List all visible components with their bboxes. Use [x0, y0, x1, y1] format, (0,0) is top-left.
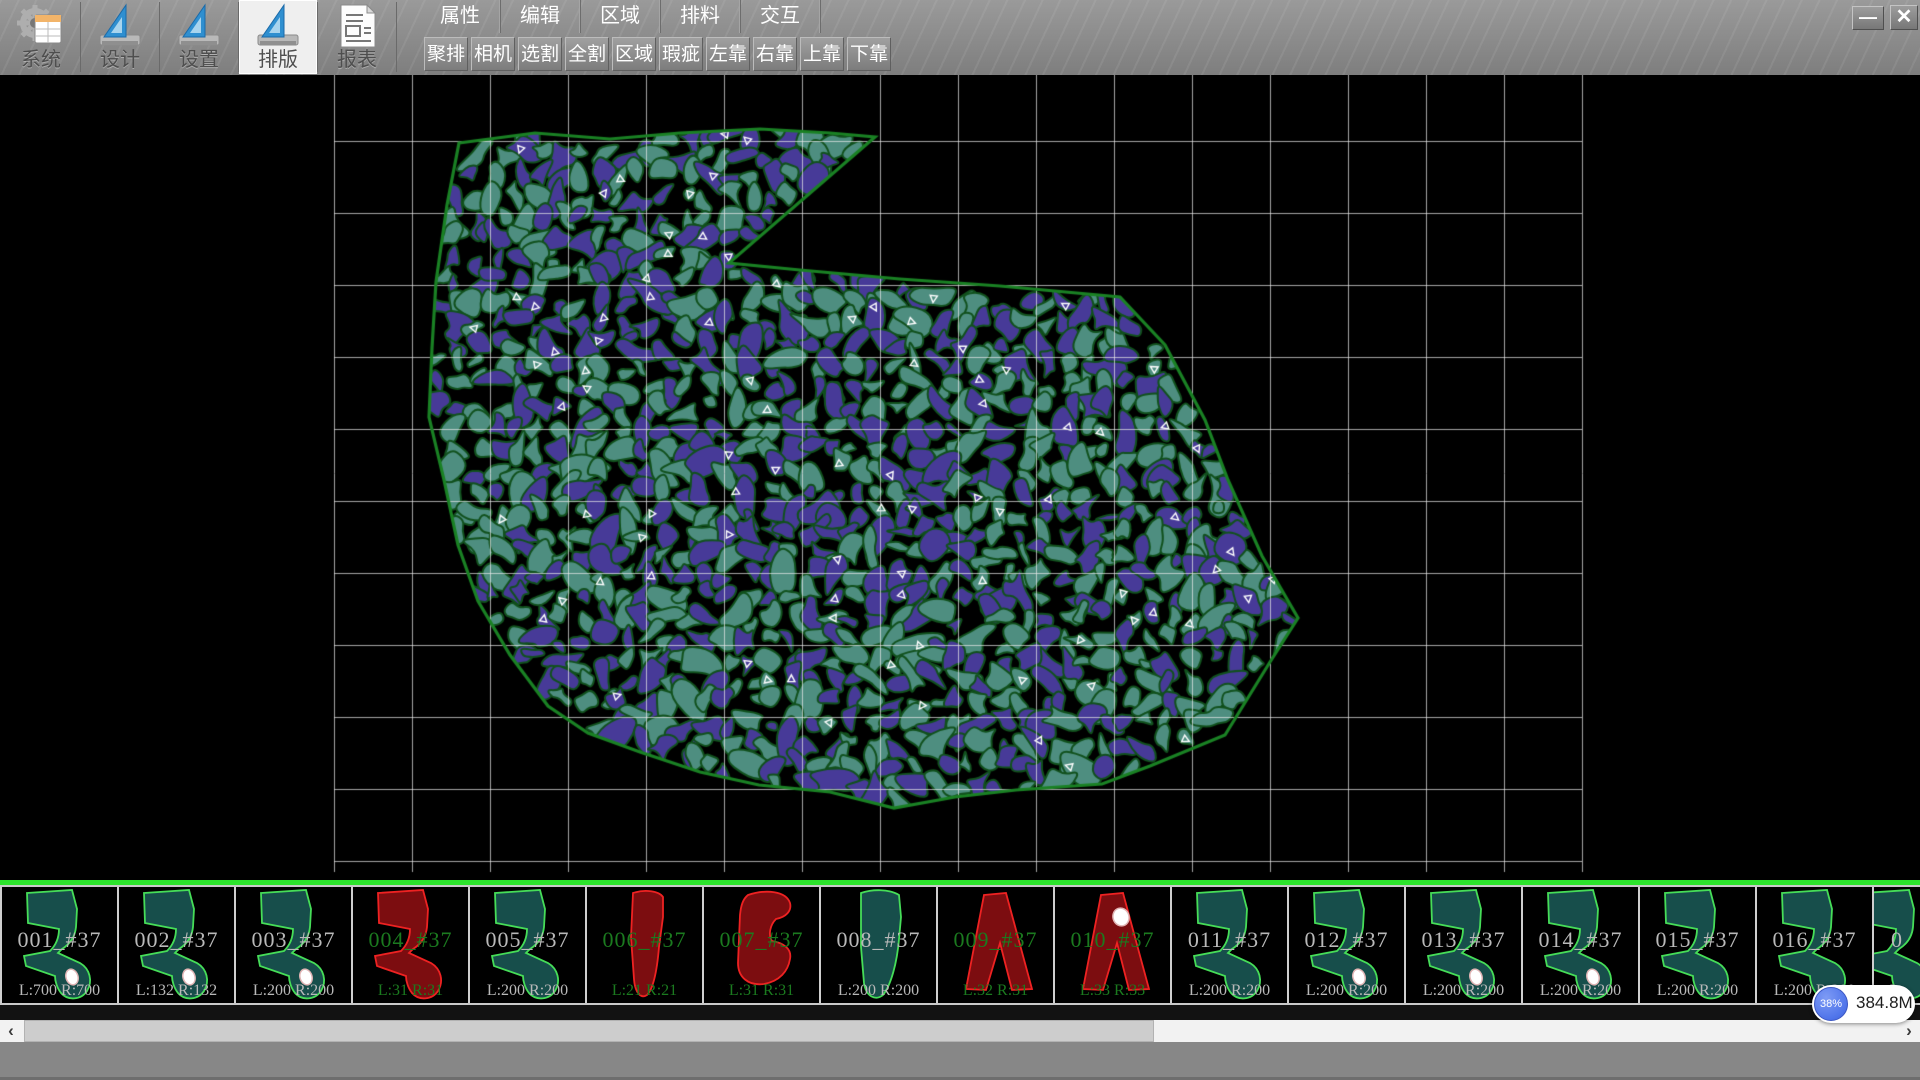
status-bar	[0, 1042, 1920, 1080]
thumbnail-cell-10[interactable]: 010_#37 L:33 R:33	[1055, 887, 1172, 1003]
close-button[interactable]: ✕	[1890, 5, 1918, 30]
thumbnail-cell-5[interactable]: 005_#37 L:200 R:200	[470, 887, 587, 1003]
scroll-left-icon[interactable]: ‹	[0, 1020, 22, 1042]
piece-id-label: 007_#37	[704, 927, 819, 953]
nav-item-5[interactable]: 报表	[318, 0, 396, 74]
piece-lr-label: L:33 R:33	[1055, 982, 1170, 1000]
piece-lr-label: L:200 R:200	[470, 982, 585, 1000]
piece-id-label: 016_#37	[1757, 927, 1872, 953]
application-window: 系统设计设置排版报表 属性编辑区域排料交互 聚排相机选割全割区域瑕疵左靠右靠上靠…	[0, 0, 1920, 1080]
thumbnail-cell-15[interactable]: 015_#37 L:200 R:200	[1640, 887, 1757, 1003]
report-icon	[333, 3, 381, 49]
piece-id-label: 015_#37	[1640, 927, 1755, 953]
tool-button-4[interactable]: 全割	[565, 37, 609, 71]
tool-button-8[interactable]: 右靠	[753, 37, 797, 71]
thumbnail-cell-14[interactable]: 014_#37 L:200 R:200	[1523, 887, 1640, 1003]
thumbnail-cell-4[interactable]: 004_#37 L:31 R:31	[353, 887, 470, 1003]
nav-item-label: 排版	[239, 49, 317, 71]
thumbnail-cell-13[interactable]: 013_#37 L:200 R:200	[1406, 887, 1523, 1003]
piece-id-label: 008_#37	[821, 927, 936, 953]
nav-item-label: 报表	[318, 49, 396, 71]
minimize-button[interactable]: —	[1852, 6, 1884, 30]
piece-lr-label: L:31 R:31	[704, 982, 819, 1000]
piece-id-label: 010_#37	[1055, 927, 1170, 953]
piece-id-label: 0	[1874, 927, 1920, 953]
piece-lr-label: L:200 R:200	[821, 982, 936, 1000]
nav-item-label: 设置	[160, 49, 238, 71]
nav-item-1[interactable]: 系统	[2, 0, 80, 74]
piece-lr-label: L:32 R:31	[938, 982, 1053, 1000]
piece-id-label: 006_#37	[587, 927, 702, 953]
piece-lr-label: L:200 R:200	[1172, 982, 1287, 1000]
piece-id-label: 002_#37	[119, 927, 234, 953]
settings-icon	[175, 3, 223, 49]
thumbnail-cell-7[interactable]: 007_#37 L:31 R:31	[704, 887, 821, 1003]
piece-id-label: 013_#37	[1406, 927, 1521, 953]
thumbnail-cell-11[interactable]: 011_#37 L:200 R:200	[1172, 887, 1289, 1003]
piece-filmstrip: 001_#37L:700 R:700002_#37L:132 R:132003_…	[0, 885, 1920, 1005]
piece-lr-label: L:200 R:200	[1640, 982, 1755, 1000]
tool-button-1[interactable]: 聚排	[424, 37, 468, 71]
piece-id-label: 014_#37	[1523, 927, 1638, 953]
thumbnail-cell-9[interactable]: 009_#37 L:32 R:31	[938, 887, 1055, 1003]
thumbnail-cell-2[interactable]: 002_#37 L:132 R:132	[119, 887, 236, 1003]
piece-id-label: 012_#37	[1289, 927, 1404, 953]
menu-tab-4[interactable]: 排料	[660, 0, 741, 33]
system-icon	[17, 3, 65, 49]
thumbnail-cell-12[interactable]: 012_#37 L:200 R:200	[1289, 887, 1406, 1003]
piece-id-label: 009_#37	[938, 927, 1053, 953]
nesting-canvas[interactable]	[0, 75, 1920, 882]
tool-button-6[interactable]: 瑕疵	[659, 37, 703, 71]
horizontal-scrollbar[interactable]: ‹ ›	[0, 1020, 1920, 1042]
tool-button-5[interactable]: 区域	[612, 37, 656, 71]
header-toolbar: 系统设计设置排版报表 属性编辑区域排料交互 聚排相机选割全割区域瑕疵左靠右靠上靠…	[0, 0, 1920, 76]
nav-item-label: 系统	[2, 49, 80, 71]
piece-lr-label: L:21 R:21	[587, 982, 702, 1000]
progress-badge: 38% 384.8M	[1812, 985, 1915, 1023]
menu-tab-2[interactable]: 编辑	[500, 0, 581, 33]
tool-button-3[interactable]: 选割	[518, 37, 562, 71]
nav-item-3[interactable]: 设置	[160, 0, 238, 74]
scroll-right-icon[interactable]: ›	[1898, 1020, 1920, 1042]
piece-lr-label: L:132 R:132	[119, 982, 234, 1000]
menu-tab-3[interactable]: 区域	[580, 0, 661, 33]
tool-button-7[interactable]: 左靠	[706, 37, 750, 71]
piece-lr-label: L:200 R:200	[1406, 982, 1521, 1000]
design-icon	[96, 3, 144, 49]
thumbnail-cell-3[interactable]: 003_#37 L:200 R:200	[236, 887, 353, 1003]
nav-separator	[396, 2, 397, 72]
piece-id-label: 001_#37	[2, 927, 117, 953]
scrollbar-thumb[interactable]	[24, 1020, 1154, 1042]
tool-button-10[interactable]: 下靠	[847, 37, 891, 71]
menu-tab-5[interactable]: 交互	[740, 0, 821, 33]
nav-item-4[interactable]: 排版	[239, 0, 317, 74]
thumbnail-cell-8[interactable]: 008_#37 L:200 R:200	[821, 887, 938, 1003]
menu-tab-1[interactable]: 属性	[420, 0, 501, 33]
layout-icon	[254, 3, 302, 49]
tool-button-9[interactable]: 上靠	[800, 37, 844, 71]
nav-item-label: 设计	[81, 49, 159, 71]
thumbnail-cell-6[interactable]: 006_#37 L:21 R:21	[587, 887, 704, 1003]
memory-value: 384.8M	[1856, 993, 1913, 1013]
piece-id-label: 011_#37	[1172, 927, 1287, 953]
piece-lr-label: L:200 R:200	[1523, 982, 1638, 1000]
piece-id-label: 003_#37	[236, 927, 351, 953]
piece-id-label: 004_#37	[353, 927, 468, 953]
thumbnail-cell-1[interactable]: 001_#37 L:700 R:700	[0, 887, 119, 1003]
piece-lr-label: L:31 R:31	[353, 982, 468, 1000]
nav-item-2[interactable]: 设计	[81, 0, 159, 74]
piece-lr-label: L:200 R:200	[236, 982, 351, 1000]
piece-lr-label: L:200 R:200	[1289, 982, 1404, 1000]
tool-button-2[interactable]: 相机	[471, 37, 515, 71]
progress-circle: 38%	[1814, 987, 1848, 1021]
piece-lr-label: L:700 R:700	[2, 982, 117, 1000]
filmstrip-gap	[0, 1005, 1920, 1020]
piece-id-label: 005_#37	[470, 927, 585, 953]
